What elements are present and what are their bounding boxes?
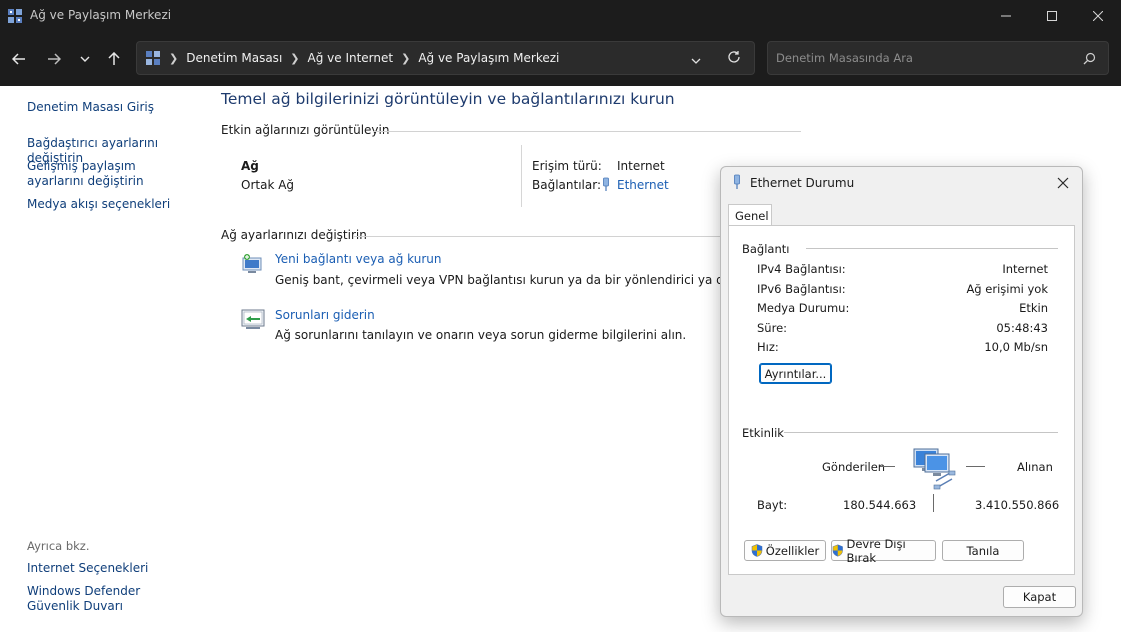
window-title: Ağ ve Paylaşım Merkezi (30, 8, 172, 22)
network-center-icon (8, 9, 22, 23)
duration-value: 05:48:43 (996, 321, 1048, 335)
group-divider (784, 432, 1058, 433)
ipv6-label: IPv6 Bağlantısı: (757, 282, 846, 296)
network-divider (521, 145, 522, 207)
control-panel-icon (146, 51, 160, 65)
properties-button-label: Özellikler (765, 543, 820, 558)
breadcrumb-network-sharing-center[interactable]: Ağ ve Paylaşım Merkezi (418, 51, 559, 65)
media-state-value: Etkin (1019, 301, 1048, 315)
ethernet-plug-icon (734, 174, 740, 189)
media-state-label: Medya Durumu: (757, 301, 850, 315)
arrow-right-icon (48, 53, 61, 65)
properties-button[interactable]: Özellikler (744, 540, 826, 561)
section-divider (354, 236, 720, 237)
chevron-down-icon (80, 56, 90, 62)
troubleshoot-link[interactable]: Sorunları giderin (275, 308, 375, 322)
address-dropdown-button[interactable] (691, 53, 701, 67)
sent-label: Gönderilen (822, 460, 886, 474)
group-divider (806, 248, 1058, 249)
title-bar: Ağ ve Paylaşım Merkezi (0, 0, 1121, 32)
ipv6-value: Ağ erişimi yok (966, 282, 1048, 296)
access-type-label: Erişim türü: (532, 159, 602, 173)
connections-label: Bağlantılar: (532, 178, 601, 192)
breadcrumb-network-internet[interactable]: Ağ ve Internet (308, 51, 394, 65)
troubleshoot-icon (241, 309, 265, 329)
section-divider (373, 131, 801, 132)
tab-general[interactable]: Genel (728, 204, 772, 226)
arrow-left-icon (12, 53, 25, 65)
dialog-close-button[interactable] (1052, 172, 1074, 194)
navigation-bar: ❯ Denetim Masası ❯ Ağ ve Internet ❯ Ağ v… (0, 32, 1121, 86)
received-label: Alınan (1017, 460, 1053, 474)
bytes-divider (933, 494, 934, 512)
new-connection-link[interactable]: Yeni bağlantı veya ağ kurun (275, 252, 441, 266)
troubleshoot-description: Ağ sorunlarını tanılayın ve onarın veya … (275, 328, 687, 342)
search-icon[interactable] (1083, 52, 1096, 65)
close-icon (1093, 11, 1103, 21)
uac-shield-icon (751, 544, 763, 557)
search-input[interactable] (776, 49, 1076, 67)
change-settings-heading: Ağ ayarlarınızı değiştirin (221, 228, 367, 242)
active-networks-heading: Etkin ağlarınızı görüntüleyin (221, 123, 390, 137)
new-connection-icon (242, 254, 262, 273)
ipv4-label: IPv4 Bağlantısı: (757, 262, 846, 276)
minimize-icon (1001, 15, 1011, 17)
sidebar-item-media-streaming[interactable]: Medya akışı seçenekleri (27, 197, 202, 212)
arrow-up-icon (108, 52, 120, 65)
disable-button-label: Devre Dışı Bırak (846, 536, 906, 565)
ethernet-status-dialog: Ethernet Durumu Genel Bağlantı IPv4 Bağl… (720, 166, 1083, 617)
address-bar[interactable]: ❯ Denetim Masası ❯ Ağ ve Internet ❯ Ağ v… (136, 41, 755, 75)
disable-button[interactable]: Devre Dışı Bırak (831, 537, 936, 565)
general-tab-panel: Bağlantı IPv4 Bağlantısı: Internet IPv6 … (728, 225, 1075, 575)
ethernet-connection-link[interactable]: Ethernet (617, 178, 669, 192)
activity-group-label: Etkinlik (742, 426, 784, 440)
close-icon (1057, 177, 1069, 189)
close-window-button[interactable] (1075, 0, 1121, 32)
connection-group-label: Bağlantı (742, 242, 790, 256)
details-button[interactable]: Ayrıntılar... (759, 363, 832, 384)
back-button[interactable] (6, 46, 32, 72)
close-button[interactable]: Kapat (1003, 586, 1076, 608)
diagnose-button[interactable]: Tanıla (942, 540, 1024, 561)
received-line (966, 466, 985, 467)
page-title: Temel ağ bilgilerinizi görüntüleyin ve b… (221, 90, 675, 108)
breadcrumb-control-panel[interactable]: Denetim Masası (186, 51, 282, 65)
sidebar-item-advanced-sharing[interactable]: Gelişmiş paylaşım ayarlarını değiştirin (27, 159, 187, 189)
network-type[interactable]: Ortak Ağ (241, 178, 294, 192)
control-panel-window: Ağ ve Paylaşım Merkezi ❯ Denetim Masası … (0, 0, 1121, 632)
sent-line (880, 466, 895, 467)
bytes-sent-value: 180.544.663 (843, 498, 917, 512)
speed-label: Hız: (757, 340, 779, 354)
ethernet-plug-icon (603, 177, 609, 191)
see-also-heading: Ayrıca bkz. (27, 539, 90, 553)
network-name: Ağ (241, 159, 259, 173)
speed-value: 10,0 Mb/sn (984, 340, 1048, 354)
maximize-button[interactable] (1029, 0, 1075, 32)
up-button[interactable] (101, 46, 127, 72)
dialog-title: Ethernet Durumu (750, 176, 855, 190)
minimize-button[interactable] (983, 0, 1029, 32)
uac-shield-icon (832, 544, 843, 557)
network-activity-icon (913, 448, 956, 490)
duration-label: Süre: (757, 321, 788, 335)
breadcrumb: ❯ Denetim Masası ❯ Ağ ve Internet ❯ Ağ v… (145, 50, 559, 66)
forward-button[interactable] (41, 46, 67, 72)
chevron-down-icon (691, 58, 701, 64)
sidebar-item-control-panel-home[interactable]: Denetim Masası Giriş (27, 100, 202, 115)
maximize-icon (1047, 11, 1057, 21)
ipv4-value: Internet (1002, 262, 1048, 276)
bytes-label: Bayt: (757, 498, 788, 512)
see-also-internet-options[interactable]: Internet Seçenekleri (27, 561, 202, 576)
refresh-icon (728, 51, 740, 63)
new-connection-description: Geniş bant, çevirmeli veya VPN bağlantıs… (275, 273, 720, 287)
recent-locations-button[interactable] (72, 46, 98, 72)
refresh-button[interactable] (727, 50, 741, 67)
see-also-defender-firewall[interactable]: Windows Defender Güvenlik Duvarı (27, 584, 192, 614)
search-box[interactable] (767, 41, 1109, 75)
access-type-value: Internet (617, 159, 665, 173)
bytes-received-value: 3.410.550.866 (975, 498, 1060, 512)
